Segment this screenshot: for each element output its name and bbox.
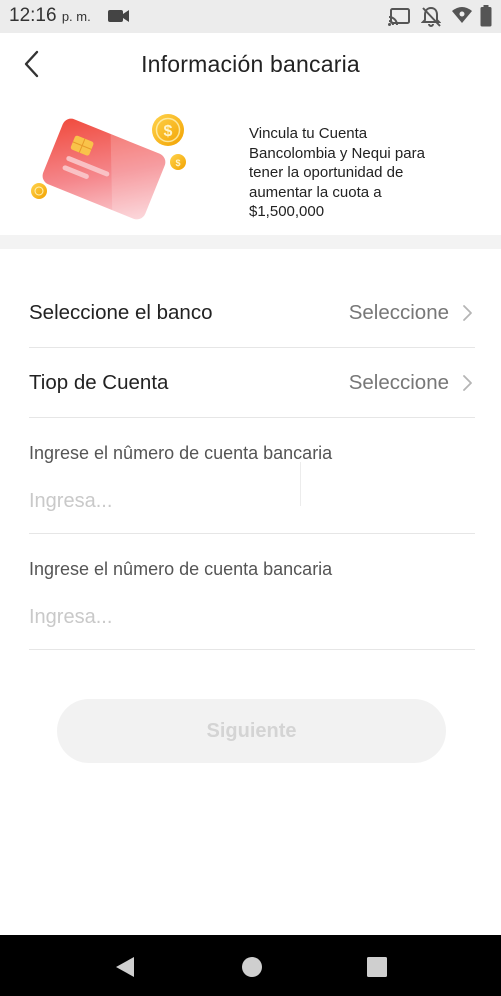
wifi-icon — [451, 6, 473, 29]
status-time-ampm: p. m. — [61, 9, 91, 24]
status-time-value: 12:16 — [9, 5, 57, 26]
back-triangle-icon — [114, 957, 138, 983]
field-separator-mark — [300, 462, 301, 506]
video-camera-icon — [108, 9, 130, 28]
select-bank-value: Seleccione — [348, 301, 449, 324]
account-number-field-1: Ingrese el nûmero de cuenta bancaria — [29, 418, 475, 534]
nav-recents-button[interactable] — [365, 955, 389, 979]
battery-icon — [480, 5, 492, 32]
notifications-off-icon — [420, 6, 442, 33]
select-bank-row[interactable]: Seleccione el banco Seleccione — [29, 278, 475, 348]
account-number-input-2[interactable] — [29, 600, 475, 634]
system-nav-bar — [0, 935, 501, 996]
next-button[interactable]: Siguiente — [57, 699, 446, 763]
section-divider — [0, 235, 501, 249]
account-number-label-1: Ingrese el nûmero de cuenta bancaria — [29, 443, 333, 463]
account-number-label-2: Ingrese el nûmero de cuenta bancaria — [29, 559, 333, 579]
banner-text: Vincula tu Cuenta Bancolombia y Nequi pa… — [249, 125, 425, 220]
select-account-type-row[interactable]: Tiop de Cuenta Seleccione — [29, 348, 475, 418]
account-number-input-1[interactable] — [29, 484, 475, 518]
svg-text:$: $ — [175, 158, 180, 168]
chevron-right-icon — [461, 374, 473, 392]
select-bank-label: Seleccione el banco — [29, 301, 213, 324]
page-title: Información bancaria — [141, 51, 360, 77]
home-circle-icon — [240, 957, 264, 983]
nav-back-button[interactable] — [114, 955, 138, 979]
account-type-label: Tiop de Cuenta — [29, 371, 169, 394]
account-type-value: Seleccione — [348, 371, 449, 394]
credit-card-illustration: $ $ — [26, 107, 196, 227]
nav-home-button[interactable] — [240, 955, 264, 979]
chevron-right-icon — [461, 304, 473, 322]
promo-banner: $ $ Vincula tu Cuenta Bancolombia y Nequ… — [0, 95, 501, 235]
app-header: Información bancaria — [0, 33, 501, 95]
status-bar: 12:16 p. m. — [0, 0, 501, 33]
status-time: 12:16 p. m. — [9, 5, 91, 27]
account-number-field-2: Ingrese el nûmero de cuenta bancaria — [29, 534, 475, 650]
recents-square-icon — [365, 957, 389, 983]
svg-text:$: $ — [164, 123, 173, 140]
cast-icon — [388, 8, 410, 31]
